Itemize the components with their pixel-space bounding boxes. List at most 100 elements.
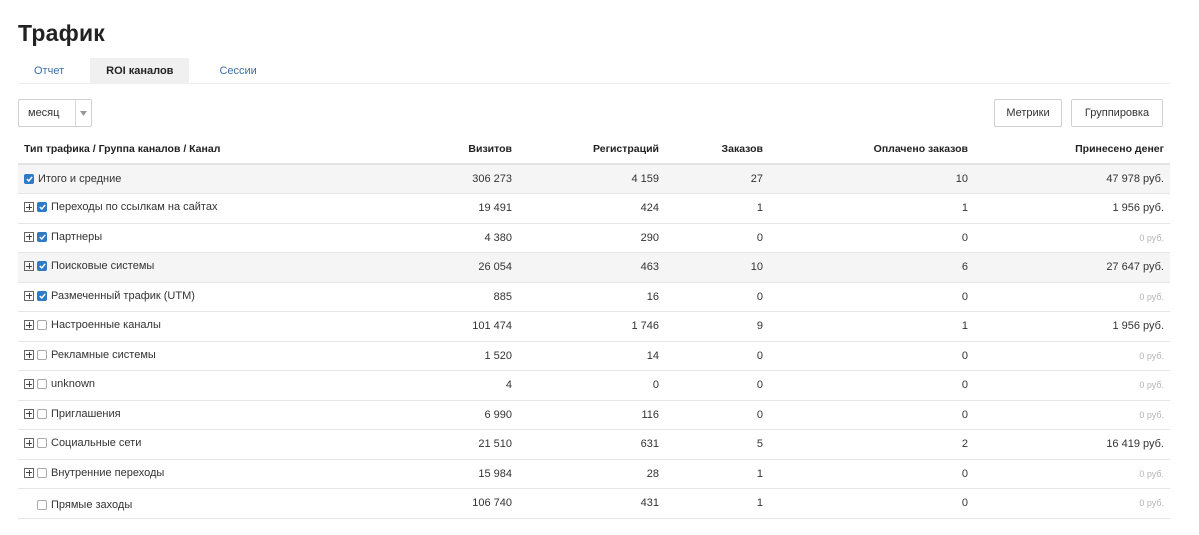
orders-cell: 1	[665, 193, 769, 224]
plus-box-icon[interactable]	[24, 438, 34, 449]
revenue-cell: 0 руб.	[974, 488, 1170, 519]
orders-cell: 10	[665, 252, 769, 283]
checkbox-icon[interactable]	[37, 467, 47, 478]
row-label: Внутренние переходы	[24, 467, 164, 479]
checkbox-icon[interactable]	[24, 174, 34, 184]
channel-name: Партнеры	[51, 230, 103, 243]
tab-roi-channels[interactable]: ROI каналов	[90, 58, 190, 84]
table-header-row: Тип трафика / Группа каналов / Канал Виз…	[18, 135, 1170, 165]
column-header-orders[interactable]: Заказов	[665, 135, 769, 165]
checkbox-icon[interactable]	[37, 202, 47, 213]
row-label: Прямые заходы	[24, 499, 132, 511]
checkbox-icon[interactable]	[37, 499, 47, 510]
channel-name: Приглашения	[51, 407, 121, 420]
registrations-cell: 424	[518, 193, 665, 224]
plus-box-icon[interactable]	[24, 202, 34, 213]
channel-name: Размеченный трафик (UTM)	[51, 289, 195, 302]
visits-cell: 4	[338, 370, 518, 401]
paid-orders-cell: 2	[769, 429, 974, 460]
column-header-channel[interactable]: Тип трафика / Группа каналов / Канал	[18, 135, 338, 165]
paid-orders-cell: 0	[769, 223, 974, 253]
checkbox-icon[interactable]	[37, 231, 47, 242]
row-label: Поисковые системы	[24, 260, 154, 272]
paid-orders-cell: 0	[769, 370, 974, 401]
checkbox-icon[interactable]	[37, 290, 47, 301]
checkbox-icon[interactable]	[37, 349, 47, 360]
revenue-cell: 0 руб.	[974, 223, 1170, 253]
table-row: Прямые заходы 106 740 431 1 0 0 руб.	[18, 488, 1170, 519]
registrations-cell: 290	[518, 223, 665, 253]
checkbox-icon[interactable]	[37, 379, 47, 390]
visits-cell: 101 474	[338, 311, 518, 342]
visits-cell: 15 984	[338, 459, 518, 489]
channel-cell: Социальные сети	[18, 429, 338, 460]
column-header-paid-orders[interactable]: Оплачено заказов	[769, 135, 974, 165]
channel-name: Переходы по ссылкам на сайтах	[51, 201, 218, 214]
table-row: Социальные сети 21 510 631 5 2 16 419 руб.	[18, 429, 1170, 460]
plus-box-icon[interactable]	[24, 467, 34, 478]
revenue-cell: 0 руб.	[974, 370, 1170, 401]
channel-name: Настроенные каналы	[51, 319, 161, 332]
checkbox-icon[interactable]	[37, 261, 47, 272]
plus-box-icon[interactable]	[24, 408, 34, 419]
page-title: Трафик	[18, 20, 105, 46]
orders-cell: 0	[665, 223, 769, 253]
revenue-cell: 0 руб.	[974, 400, 1170, 430]
paid-orders-cell: 0	[769, 459, 974, 489]
column-header-registrations[interactable]: Регистраций	[518, 135, 665, 165]
revenue-cell: 0 руб.	[974, 341, 1170, 371]
caret-down-icon[interactable]	[75, 100, 91, 126]
paid-orders-cell: 1	[769, 311, 974, 342]
registrations-cell: 4 159	[518, 164, 665, 194]
channel-cell: Настроенные каналы	[18, 311, 338, 342]
revenue-cell: 27 647 руб.	[974, 252, 1170, 283]
channel-cell: Размеченный трафик (UTM)	[18, 282, 338, 312]
paid-orders-cell: 0	[769, 341, 974, 371]
row-label: Переходы по ссылкам на сайтах	[24, 201, 217, 213]
plus-box-icon[interactable]	[24, 231, 34, 242]
check-mark-icon	[38, 263, 46, 270]
orders-cell: 9	[665, 311, 769, 342]
revenue-cell: 0 руб.	[974, 459, 1170, 489]
tab-report[interactable]: Отчет	[18, 58, 80, 84]
orders-cell: 5	[665, 429, 769, 460]
orders-cell: 0	[665, 341, 769, 371]
metrics-button[interactable]: Метрики	[994, 99, 1062, 127]
orders-cell: 0	[665, 370, 769, 401]
channel-cell: Переходы по ссылкам на сайтах	[18, 193, 338, 224]
visits-cell: 1 520	[338, 341, 518, 371]
revenue-cell: 1 956 руб.	[974, 193, 1170, 224]
plus-box-icon[interactable]	[24, 290, 34, 301]
registrations-cell: 463	[518, 252, 665, 283]
tab-bar: Отчет ROI каналов Сессии	[18, 58, 1170, 84]
roi-table: Тип трафика / Группа каналов / Канал Виз…	[18, 135, 1170, 519]
revenue-cell: 16 419 руб.	[974, 429, 1170, 460]
registrations-cell: 431	[518, 488, 665, 519]
paid-orders-cell: 6	[769, 252, 974, 283]
channel-name: unknown	[51, 378, 96, 391]
orders-cell: 1	[665, 459, 769, 489]
checkbox-icon[interactable]	[37, 320, 47, 331]
row-label: Приглашения	[24, 408, 121, 420]
row-label: Социальные сети	[24, 437, 141, 449]
plus-box-icon[interactable]	[24, 320, 34, 331]
table-row: Итого и средние 306 273 4 159 27 10 47 978 ру…	[18, 164, 1170, 194]
column-header-revenue[interactable]: Принесено денег	[974, 135, 1170, 165]
period-select[interactable]: месяц	[18, 99, 92, 127]
table-row: Поисковые системы 26 054 463 10 6 27 647 руб.	[18, 252, 1170, 283]
plus-box-icon[interactable]	[24, 349, 34, 360]
checkbox-icon[interactable]	[37, 438, 47, 449]
visits-cell: 4 380	[338, 223, 518, 253]
grouping-button[interactable]: Группировка	[1071, 99, 1163, 127]
plus-box-icon[interactable]	[24, 261, 34, 272]
channel-name: Рекламные системы	[51, 348, 156, 361]
table-row: Приглашения 6 990 116 0 0 0 руб.	[18, 400, 1170, 430]
tab-sessions[interactable]: Сессии	[203, 58, 272, 84]
table-row: Настроенные каналы 101 474 1 746 9 1 1 956 ру…	[18, 311, 1170, 342]
checkbox-icon[interactable]	[37, 408, 47, 419]
channel-cell: Поисковые системы	[18, 252, 338, 283]
column-header-visits[interactable]: Визитов	[338, 135, 518, 165]
period-select-value: месяц	[28, 107, 60, 119]
row-label: Итого и средние	[24, 173, 121, 185]
plus-box-icon[interactable]	[24, 379, 34, 390]
